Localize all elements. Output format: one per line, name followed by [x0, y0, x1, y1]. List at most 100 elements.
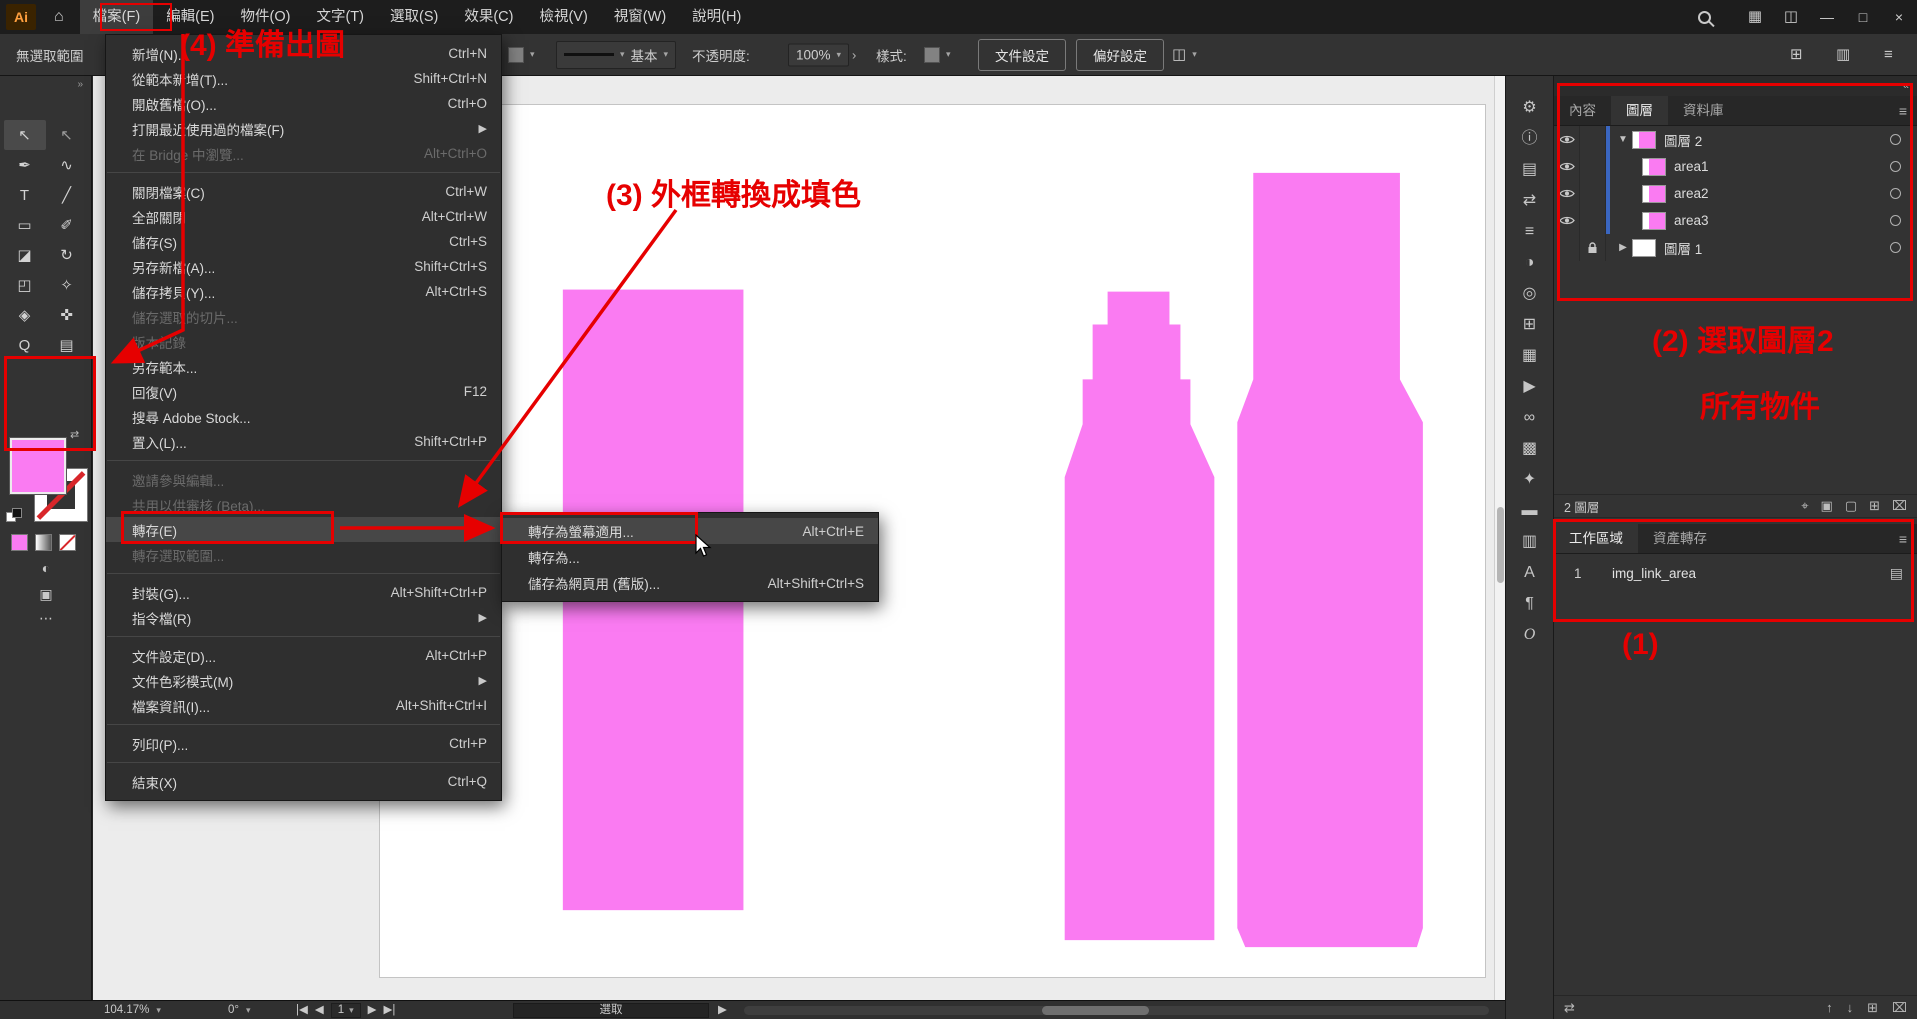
- visibility-eye-icon[interactable]: [1554, 180, 1580, 207]
- delete-artboard-icon[interactable]: ⌧: [1892, 1000, 1907, 1016]
- pattern-panel-icon[interactable]: ▩: [1522, 439, 1537, 458]
- color-panel-icon[interactable]: ◑: [1525, 253, 1535, 272]
- opentype-panel-icon[interactable]: O: [1524, 625, 1536, 644]
- menu-effect[interactable]: 效果(C): [451, 0, 526, 34]
- submenu-item-export-for-screens[interactable]: 轉存為螢幕適用...Alt+Ctrl+E: [502, 518, 878, 544]
- vertical-scrollbar-thumb[interactable]: [1497, 507, 1504, 583]
- horizontal-scrollbar-thumb[interactable]: [1042, 1006, 1149, 1015]
- layer-row-area3[interactable]: area3: [1554, 207, 1917, 234]
- layer-name[interactable]: area2: [1674, 186, 1709, 201]
- layer-thumbnail[interactable]: [1632, 239, 1656, 257]
- layer-row-layer1[interactable]: ▶ 圖層 1: [1554, 234, 1917, 261]
- menu-item-print[interactable]: 列印(P)...Ctrl+P: [106, 731, 501, 756]
- menu-item-open-recent[interactable]: 打開最近使用過的檔案(F)▶: [106, 116, 501, 141]
- menu-item-save-as[interactable]: 另存新檔(A)...Shift+Ctrl+S: [106, 254, 501, 279]
- menu-item-document-setup[interactable]: 文件設定(D)...Alt+Ctrl+P: [106, 643, 501, 668]
- menu-type[interactable]: 文字(T): [303, 0, 377, 34]
- shape-builder-tool[interactable]: ◈: [4, 300, 46, 330]
- menu-item-revert[interactable]: 回復(V)F12: [106, 379, 501, 404]
- rotation-combo[interactable]: 0°▾: [228, 1001, 251, 1019]
- asset-export-panel-icon[interactable]: ⇄: [1523, 191, 1536, 210]
- menu-select[interactable]: 選取(S): [377, 0, 451, 34]
- collapse-panels-icon[interactable]: «: [1554, 76, 1917, 96]
- horizontal-scrollbar[interactable]: [744, 1006, 1489, 1015]
- prev-artboard-icon[interactable]: ◀: [315, 1001, 324, 1019]
- reorder-icon[interactable]: ⇄: [1564, 1000, 1575, 1016]
- brush-definition-combo[interactable]: ▾ 基本 ▾: [556, 41, 676, 69]
- panel-menu-icon[interactable]: ≡: [1899, 96, 1917, 125]
- opacity-input[interactable]: 100% ▾: [788, 43, 849, 66]
- layer-thumbnail[interactable]: [1632, 131, 1656, 149]
- menu-item-package[interactable]: 封裝(G)...Alt+Shift+Ctrl+P: [106, 580, 501, 605]
- chevron-right-icon[interactable]: ▶: [1614, 242, 1632, 253]
- menu-item-search-adobe-stock[interactable]: 搜尋 Adobe Stock...: [106, 404, 501, 429]
- eraser-tool[interactable]: ◪: [4, 240, 46, 270]
- zoom-tool[interactable]: Q: [4, 330, 46, 360]
- tab-libraries[interactable]: 資料庫: [1668, 96, 1739, 125]
- brushes-panel-icon[interactable]: ✦: [1523, 470, 1536, 489]
- preferences-button[interactable]: 偏好設定: [1076, 39, 1164, 71]
- character-panel-icon[interactable]: A: [1524, 563, 1535, 582]
- move-down-icon[interactable]: ↓: [1847, 1000, 1854, 1016]
- gradient-mode-icon[interactable]: [35, 534, 52, 551]
- tab-layers[interactable]: 圖層: [1611, 96, 1668, 125]
- default-fill-stroke-icon[interactable]: [6, 508, 22, 525]
- appearance-panel-icon[interactable]: ≡: [1525, 222, 1534, 241]
- document-setup-button[interactable]: 文件設定: [978, 39, 1066, 71]
- last-artboard-icon[interactable]: ▶|: [384, 1001, 396, 1019]
- opacity-more-chevron[interactable]: ›: [852, 47, 856, 62]
- minimize-button[interactable]: —: [1809, 0, 1845, 34]
- tab-asset-export[interactable]: 資產轉存: [1638, 524, 1722, 553]
- layer-thumbnail[interactable]: [1642, 158, 1666, 176]
- chevron-down-icon[interactable]: ▼: [1614, 134, 1632, 145]
- paragraph-panel-icon[interactable]: ¶: [1525, 594, 1534, 613]
- visibility-eye-icon[interactable]: [1554, 126, 1580, 153]
- new-artboard-icon[interactable]: ⊞: [1867, 1000, 1878, 1016]
- menu-item-open[interactable]: 開啟舊檔(O)...Ctrl+O: [106, 91, 501, 116]
- artboard-list-item[interactable]: 1 img_link_area ▤: [1554, 558, 1917, 588]
- panel-layout-icon[interactable]: ▥: [1836, 38, 1850, 72]
- menu-item-close-all[interactable]: 全部關閉Alt+Ctrl+W: [106, 204, 501, 229]
- layer-thumbnail[interactable]: [1642, 212, 1666, 230]
- layer-row-area2[interactable]: area2: [1554, 180, 1917, 207]
- tab-properties[interactable]: 內容: [1554, 96, 1611, 125]
- menu-item-save[interactable]: 儲存(S)Ctrl+S: [106, 229, 501, 254]
- layer-thumbnail[interactable]: [1642, 185, 1666, 203]
- delete-layer-icon[interactable]: ⌧: [1892, 498, 1907, 514]
- menu-edit[interactable]: 編輯(E): [153, 0, 227, 34]
- visibility-eye-icon[interactable]: [1554, 153, 1580, 180]
- menu-item-new-from-template[interactable]: 從範本新增(T)...Shift+Ctrl+N: [106, 66, 501, 91]
- home-icon[interactable]: ⌂: [54, 8, 64, 26]
- menu-item-save-as-template[interactable]: 另存範本...: [106, 354, 501, 379]
- layer-name[interactable]: area3: [1674, 213, 1709, 228]
- first-artboard-icon[interactable]: |◀: [296, 1001, 308, 1019]
- menu-window[interactable]: 視窗(W): [601, 0, 679, 34]
- gradient-panel-icon[interactable]: ▬: [1522, 501, 1538, 520]
- none-mode-icon[interactable]: [59, 534, 76, 551]
- restore-button[interactable]: □: [1845, 0, 1881, 34]
- scale-tool[interactable]: ◰: [4, 270, 46, 300]
- type-tool[interactable]: T: [4, 180, 46, 210]
- submenu-item-save-for-web[interactable]: 儲存為網頁用 (舊版)...Alt+Shift+Ctrl+S: [502, 570, 878, 596]
- menu-item-document-color-mode[interactable]: 文件色彩模式(M)▶: [106, 668, 501, 693]
- artboards-panel-icon[interactable]: ▤: [1522, 160, 1537, 179]
- next-artboard-icon[interactable]: ▶: [368, 1001, 377, 1019]
- magenta-bottle-shape-small[interactable]: [1065, 292, 1215, 941]
- locate-object-icon[interactable]: ⌖: [1801, 498, 1808, 514]
- stroke-color-combo[interactable]: ▾: [508, 47, 535, 63]
- artboard-name[interactable]: img_link_area: [1612, 566, 1696, 581]
- move-up-icon[interactable]: ↑: [1826, 1000, 1833, 1016]
- layer-name[interactable]: 圖層 2: [1664, 130, 1702, 150]
- lock-icon[interactable]: [1580, 234, 1606, 261]
- style-combo[interactable]: ▾: [924, 47, 951, 63]
- artboard-number-combo[interactable]: 1▾: [331, 1003, 361, 1018]
- menu-help[interactable]: 說明(H): [679, 0, 754, 34]
- menu-object[interactable]: 物件(O): [228, 0, 304, 34]
- symbols-panel-icon[interactable]: ▦: [1522, 346, 1537, 365]
- arrange-documents-icon[interactable]: ◫: [1773, 0, 1809, 34]
- more-tools-icon[interactable]: ⋯: [0, 610, 92, 627]
- target-circle-icon[interactable]: [1890, 242, 1901, 253]
- pen-tool[interactable]: ✒: [4, 150, 46, 180]
- color-guide-panel-icon[interactable]: ◎: [1523, 284, 1537, 303]
- lock-cell-empty[interactable]: [1580, 180, 1606, 207]
